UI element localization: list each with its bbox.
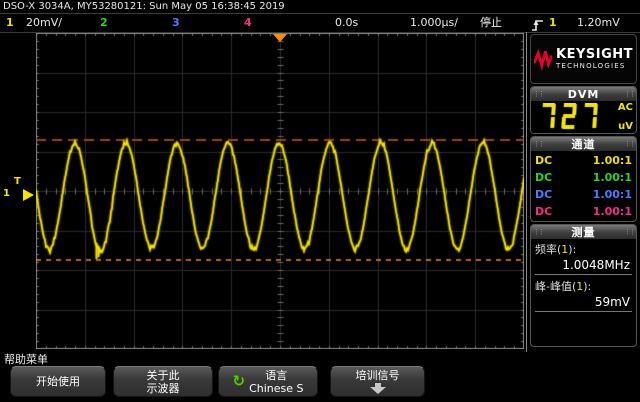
grip-icon: ⋮⋮ xyxy=(624,139,636,148)
acquisition-status: 停止 xyxy=(480,16,502,29)
cycle-arrow-icon: ↻ xyxy=(232,372,246,390)
menu-title: 帮助菜单 xyxy=(4,353,48,366)
channel-rows: DC 1.00:1 DC 1.00:1 DC 1.00:1 DC 1.00:1 xyxy=(531,151,636,221)
grip-icon: ⋮⋮ xyxy=(533,89,545,98)
channel-row[interactable]: DC 1.00:1 xyxy=(535,169,632,186)
measurement-value: 59mV xyxy=(535,294,632,312)
probe-ratio: 1.00:1 xyxy=(592,171,632,184)
grip-icon: ⋮⋮ xyxy=(533,139,545,148)
measurement-label: 峰-峰值(1): xyxy=(535,280,592,293)
measurement-label: 频率(1): xyxy=(535,243,577,256)
channel-2-indicator[interactable]: 2 xyxy=(100,14,108,32)
trigger-source: 1 xyxy=(549,16,557,29)
probe-ratio: 1.00:1 xyxy=(592,205,632,218)
channels-panel-title: 通道 xyxy=(571,138,596,151)
getting-started-button[interactable]: 开始使用 xyxy=(10,366,106,397)
coupling-label: DC xyxy=(535,188,553,201)
time-offset: 0.0s xyxy=(335,16,359,29)
measure-panel-header[interactable]: ⋮⋮ 测量 ⋮⋮ xyxy=(531,225,636,239)
brand-logo: KEYSIGHT TECHNOLOGIES xyxy=(530,34,637,84)
channels-panel-header[interactable]: ⋮⋮ 通道 ⋮⋮ xyxy=(531,137,636,151)
waveform-display[interactable] xyxy=(36,33,524,349)
channel-row[interactable]: DC 1.00:1 xyxy=(535,186,632,203)
dvm-seven-segment-display xyxy=(540,103,604,131)
training-signals-button[interactable]: 培训信号 xyxy=(330,366,425,397)
dvm-panel-title: DVM xyxy=(567,87,600,101)
scope-trace-canvas xyxy=(36,33,524,349)
channel-row[interactable]: DC 1.00:1 xyxy=(535,152,632,169)
dvm-readout: AC uV xyxy=(531,101,636,133)
dvm-mode: AC xyxy=(617,102,633,113)
channel-1-indicator[interactable]: 1 xyxy=(6,14,14,32)
channel-1-ground-marker[interactable] xyxy=(23,189,34,201)
trigger-level[interactable]: 1.20mV xyxy=(577,14,620,32)
channel-1-ground-label: 1 xyxy=(3,188,10,199)
language-button[interactable]: ↻ 语言 Chinese S xyxy=(218,366,318,397)
channel-3-indicator[interactable]: 3 xyxy=(172,14,180,32)
measure-panel[interactable]: ⋮⋮ 测量 ⋮⋮ 频率(1): 1.0048MHz 峰-峰值(1): 59mV xyxy=(530,224,637,347)
coupling-label: DC xyxy=(535,171,553,184)
channel-1-scale[interactable]: 20mV/ xyxy=(26,14,62,32)
status-bar: 1 20mV/ 2 3 4 0.0s 1.000µs/ 停止 1 1.20mV xyxy=(0,14,640,33)
dvm-panel[interactable]: ⋮⋮ DVM ⋮⋮ AC uV xyxy=(530,86,637,134)
channel-4-indicator[interactable]: 4 xyxy=(244,14,252,32)
probe-ratio: 1.00:1 xyxy=(592,188,632,201)
grip-icon: ⋮⋮ xyxy=(624,89,636,98)
trigger-level-marker[interactable]: T xyxy=(14,176,21,187)
measure-panel-title: 测量 xyxy=(571,226,596,239)
channels-panel[interactable]: ⋮⋮ 通道 ⋮⋮ DC 1.00:1 DC 1.00:1 DC 1.00:1 D… xyxy=(530,136,637,222)
keysight-spark-icon xyxy=(534,48,552,71)
coupling-label: DC xyxy=(535,205,553,218)
dvm-unit: uV xyxy=(618,121,633,132)
brand-sub: TECHNOLOGIES xyxy=(556,62,626,70)
trigger-position-marker[interactable] xyxy=(273,34,287,42)
coupling-label: DC xyxy=(535,154,553,167)
probe-ratio: 1.00:1 xyxy=(592,154,632,167)
dvm-panel-header[interactable]: ⋮⋮ DVM ⋮⋮ xyxy=(531,87,636,101)
grip-icon: ⋮⋮ xyxy=(624,227,636,236)
measurement-list: 频率(1): 1.0048MHz 峰-峰值(1): 59mV xyxy=(531,239,636,346)
channel-row[interactable]: DC 1.00:1 xyxy=(535,203,632,220)
timebase[interactable]: 1.000µs/ xyxy=(410,14,458,32)
measurement-value: 1.0048MHz xyxy=(535,257,632,275)
brand-name: KEYSIGHT xyxy=(556,47,633,62)
sidebar: KEYSIGHT TECHNOLOGIES ⋮⋮ DVM ⋮⋮ AC uV ⋮⋮… xyxy=(526,32,640,352)
grip-icon: ⋮⋮ xyxy=(533,227,545,236)
about-oscilloscope-button[interactable]: 关于此 示波器 xyxy=(113,366,213,397)
title-bar: DSO-X 3034A, MY53280121: Sun May 05 16:3… xyxy=(0,0,640,14)
